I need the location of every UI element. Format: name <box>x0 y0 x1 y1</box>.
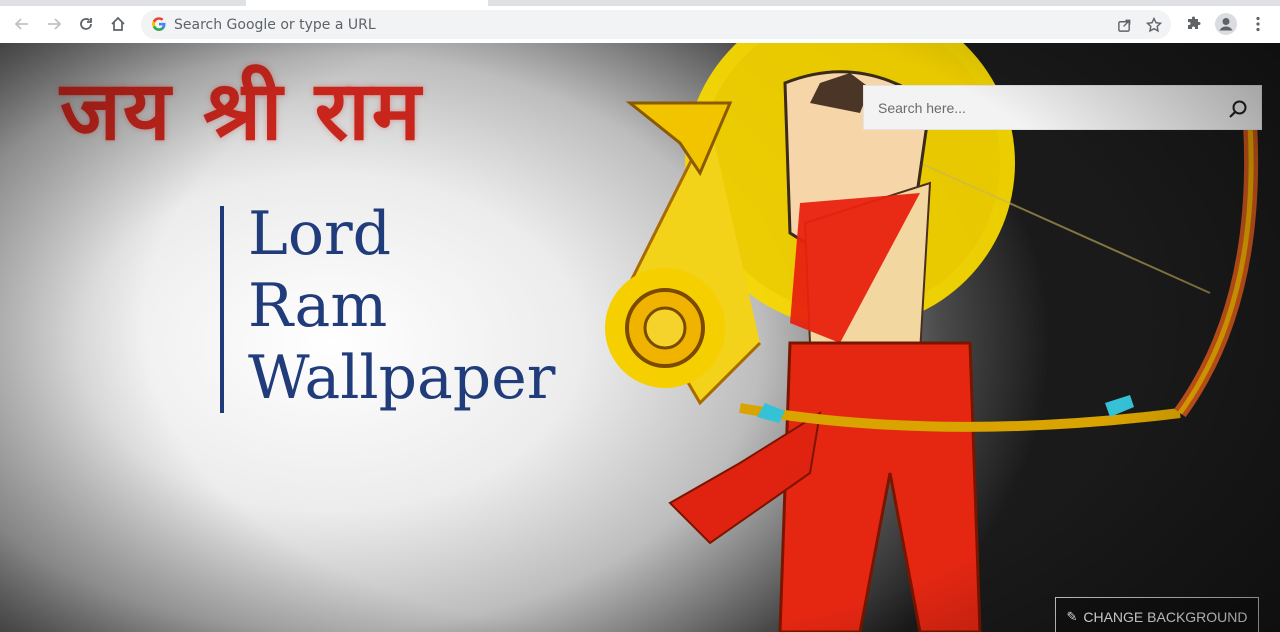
title-line-3: Wallpaper <box>248 343 556 413</box>
extensions-button[interactable] <box>1180 10 1208 38</box>
home-icon <box>111 16 125 31</box>
chakra-icon <box>605 268 725 388</box>
back-button[interactable] <box>8 10 36 38</box>
lord-ram-illustration <box>605 43 1259 632</box>
omnibox-placeholder: Search Google or type a URL <box>174 17 376 33</box>
reload-button[interactable] <box>72 10 100 38</box>
reload-icon <box>80 18 92 30</box>
home-button[interactable] <box>104 10 132 38</box>
profile-button[interactable] <box>1212 10 1240 38</box>
change-background-button[interactable]: ✎ CHANGE BACKGROUND <box>1055 597 1259 632</box>
forward-arrow-icon <box>48 18 62 30</box>
browser-menu-button[interactable] <box>1244 10 1272 38</box>
pencil-icon: ✎ <box>1066 609 1078 624</box>
share-icon <box>1117 19 1130 32</box>
kebab-menu-icon <box>1256 16 1260 32</box>
search-box[interactable]: Search here... <box>863 85 1262 130</box>
search-icon[interactable] <box>1227 98 1249 120</box>
title-accent-bar <box>220 206 224 413</box>
wallpaper-title: Lord Ram Wallpaper <box>248 198 555 414</box>
search-input[interactable]: Search here... <box>878 100 966 116</box>
title-line-1: Lord <box>248 199 392 269</box>
change-background-label: CHANGE BACKGROUND <box>1083 609 1248 625</box>
profile-avatar-icon <box>1215 13 1237 35</box>
back-arrow-icon <box>14 18 28 30</box>
omnibox[interactable]: Search Google or type a URL <box>141 10 1171 39</box>
title-line-2: Ram <box>248 271 388 341</box>
bookmark-star-button[interactable] <box>1141 12 1167 38</box>
new-tab-page: जय श्री राम Lord Ram Wallpaper Search he… <box>0 43 1280 632</box>
forward-button[interactable] <box>40 10 68 38</box>
browser-toolbar: Search Google or type a URL <box>0 6 1280 44</box>
hindi-heading: जय श्री राम <box>60 64 423 159</box>
star-icon <box>1146 17 1162 33</box>
extensions-puzzle-icon <box>1188 16 1201 29</box>
share-button[interactable] <box>1111 12 1137 38</box>
google-g-icon <box>152 17 166 31</box>
